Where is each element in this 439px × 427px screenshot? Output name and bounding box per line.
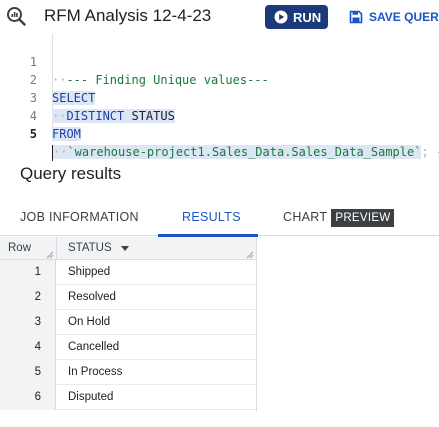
query-title[interactable]: RFM Analysis 12-4-23 bbox=[44, 6, 211, 26]
column-resize-icon[interactable] bbox=[46, 251, 54, 259]
table-row[interactable]: 1 Shipped bbox=[0, 260, 257, 285]
row-number: 1 bbox=[0, 260, 56, 285]
play-icon bbox=[274, 10, 288, 24]
table-row[interactable]: 2 Resolved bbox=[0, 285, 257, 310]
results-tabs: JOB INFORMATION RESULTS CHART PREVIEW bbox=[0, 198, 439, 236]
sort-caret-icon[interactable] bbox=[120, 245, 129, 252]
status-cell: Disputed bbox=[68, 391, 114, 403]
tab-chart[interactable]: CHART PREVIEW bbox=[283, 198, 395, 236]
save-query-label: SAVE QUERY bbox=[369, 10, 439, 24]
column-header-status-label: STATUS bbox=[68, 242, 112, 254]
status-cell: Cancelled bbox=[68, 341, 120, 353]
editor-header: RFM Analysis 12-4-23 RUN SAVE QUERY bbox=[0, 0, 439, 34]
row-number: 2 bbox=[0, 285, 56, 310]
code-line-1[interactable]: 1 ··--- Finding Unique values--- bbox=[0, 35, 439, 87]
query-search-icon bbox=[7, 7, 26, 26]
table-right-border bbox=[256, 237, 257, 411]
run-button[interactable]: RUN bbox=[265, 5, 328, 29]
status-cell: In Process bbox=[68, 366, 123, 378]
table-row[interactable]: 5 In Process bbox=[0, 360, 257, 385]
row-number: 3 bbox=[0, 310, 56, 335]
row-number: 5 bbox=[0, 360, 56, 385]
column-divider bbox=[56, 237, 57, 260]
column-header-status[interactable]: STATUS bbox=[68, 237, 129, 260]
status-cell: Resolved bbox=[68, 291, 116, 303]
code-line-4[interactable]: 4 FROM bbox=[0, 89, 439, 141]
line-number-active: 5 bbox=[29, 127, 37, 141]
table-row[interactable]: 6 Disputed bbox=[0, 385, 257, 410]
sql-keyword-from: FROM bbox=[52, 127, 81, 141]
column-resize-icon[interactable] bbox=[246, 251, 254, 259]
run-button-label: RUN bbox=[293, 9, 322, 25]
preview-badge: PREVIEW bbox=[331, 208, 395, 227]
row-number: 6 bbox=[0, 385, 56, 410]
indent-marker: ·· bbox=[53, 145, 68, 159]
sql-editor[interactable]: 1 ··--- Finding Unique values--- 2 SELEC… bbox=[0, 34, 439, 161]
table-row[interactable]: 4 Cancelled bbox=[0, 335, 257, 360]
tab-results[interactable]: RESULTS bbox=[182, 198, 241, 236]
status-cell: On Hold bbox=[68, 316, 111, 328]
table-header: Row STATUS bbox=[0, 237, 257, 260]
code-line-3[interactable]: 3 ··DISTINCT STATUS bbox=[0, 71, 439, 123]
line-suffix: ; - bbox=[421, 145, 439, 159]
table-row[interactable]: 3 On Hold bbox=[0, 310, 257, 335]
query-results-title: Query results bbox=[20, 164, 122, 183]
save-icon bbox=[349, 10, 363, 24]
sql-table-reference: `warehouse-project1.Sales_Data.Sales_Dat… bbox=[67, 145, 422, 159]
code-line-2[interactable]: 2 SELECT bbox=[0, 53, 439, 105]
code-line-5[interactable]: 5 ··`warehouse-project1.Sales_Data.Sales… bbox=[0, 107, 439, 161]
save-query-button[interactable]: SAVE QUERY bbox=[349, 5, 439, 29]
row-number: 4 bbox=[0, 335, 56, 360]
status-cell: Shipped bbox=[68, 266, 111, 278]
tab-job-information[interactable]: JOB INFORMATION bbox=[20, 198, 139, 236]
column-header-row: Row bbox=[8, 242, 32, 254]
tab-chart-label: CHART bbox=[283, 210, 328, 224]
